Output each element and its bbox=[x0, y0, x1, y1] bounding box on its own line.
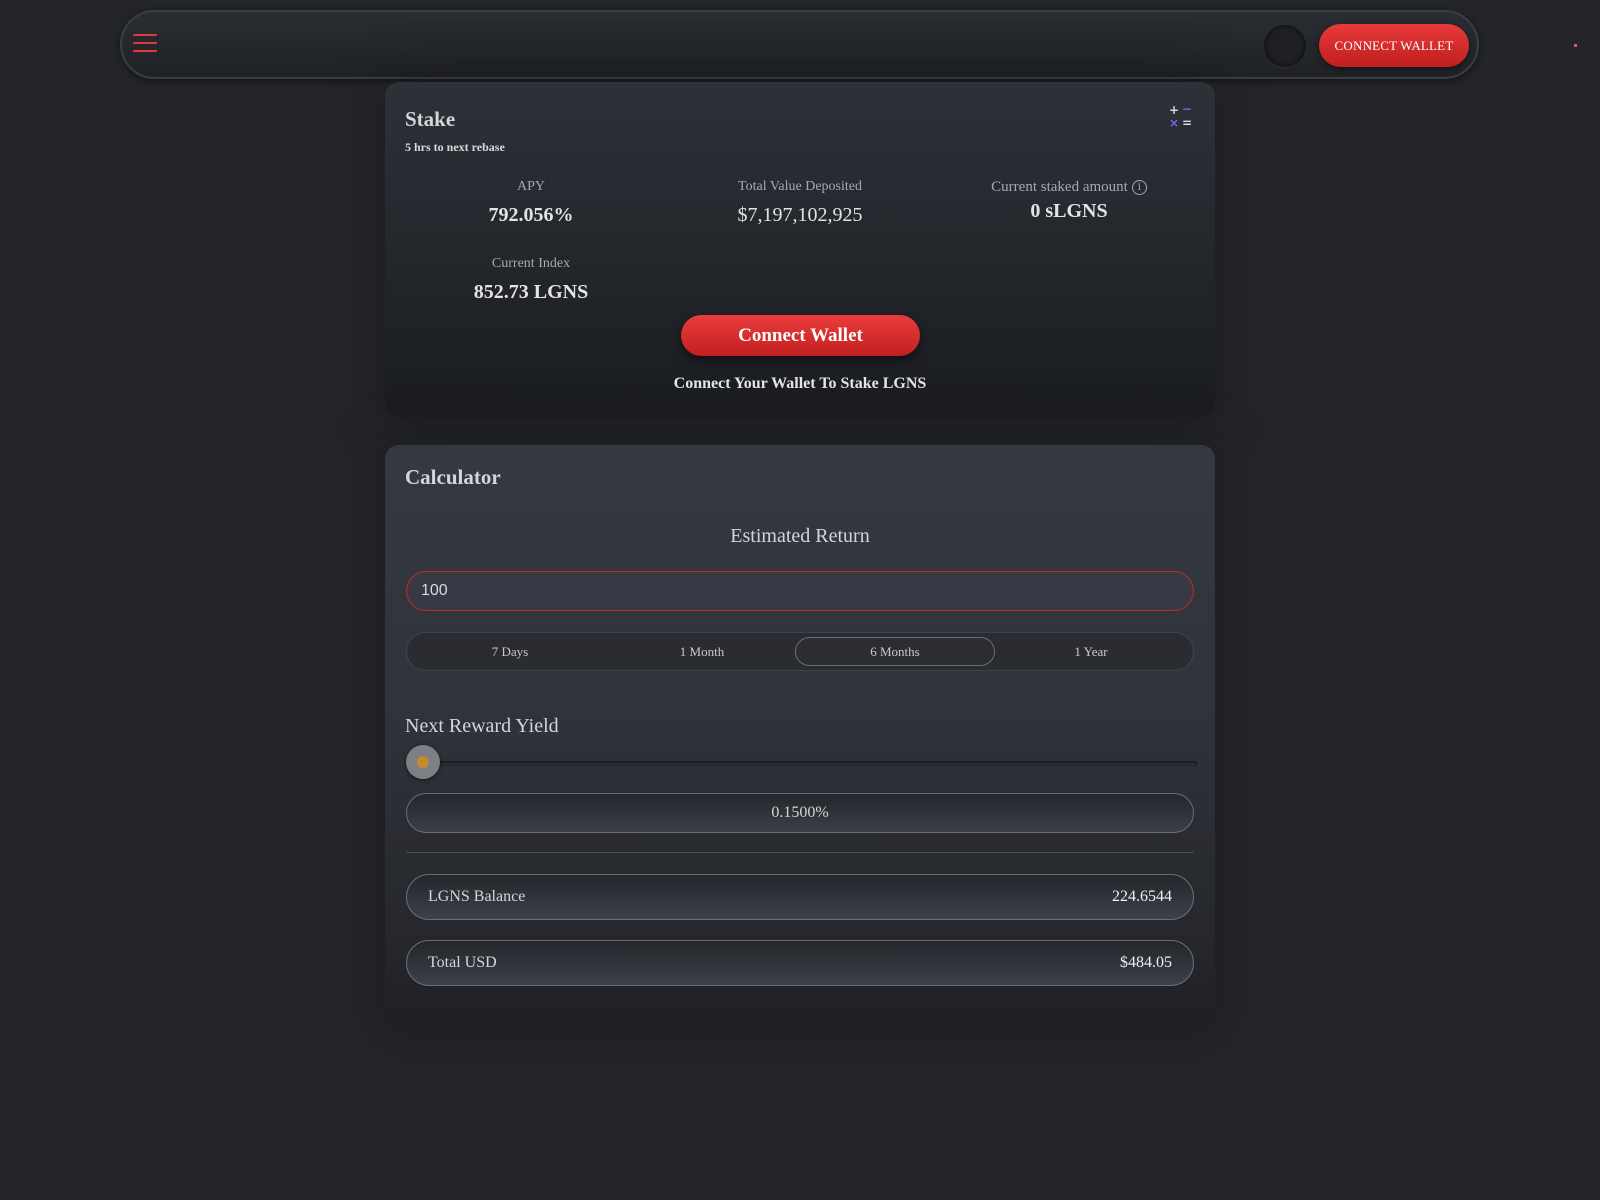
period-1-year[interactable]: 1 Year bbox=[991, 637, 1191, 666]
connect-wallet-button-header[interactable]: CONNECT WALLET bbox=[1319, 24, 1469, 67]
tvd-value: $7,197,102,925 bbox=[737, 204, 863, 226]
apy-label: APY bbox=[516, 179, 545, 194]
estimated-return-label: Estimated Return bbox=[730, 525, 870, 547]
info-icon[interactable]: i bbox=[1131, 180, 1147, 195]
tvd-metric: Total Value Deposited $7,197,102,925 bbox=[670, 179, 930, 227]
calculator-title: Calculator bbox=[405, 465, 501, 489]
hamburger-menu-icon[interactable] bbox=[133, 32, 157, 54]
connect-wallet-note: Connect Your Wallet To Stake LGNS bbox=[673, 375, 927, 392]
total-usd-row: Total USD $484.05 bbox=[406, 940, 1194, 986]
period-1-month[interactable]: 1 Month bbox=[602, 637, 802, 666]
index-value: 852.73 LGNS bbox=[473, 281, 589, 303]
reward-yield-slider[interactable] bbox=[406, 745, 1198, 779]
period-selector: 7 Days 1 Month 6 Months 1 Year bbox=[406, 632, 1194, 671]
staked-value: 0 sLGNS bbox=[1030, 200, 1108, 222]
apy-metric: APY 792.056% bbox=[401, 179, 661, 227]
staked-metric: Current staked amount i 0 sLGNS bbox=[939, 179, 1199, 223]
period-7-days[interactable]: 7 Days bbox=[410, 637, 610, 666]
stake-title: Stake bbox=[405, 107, 456, 131]
amount-input[interactable] bbox=[406, 571, 1194, 611]
connect-wallet-button[interactable]: Connect Wallet bbox=[681, 315, 920, 356]
reward-yield-label: Next Reward Yield bbox=[405, 715, 559, 737]
top-nav-bar: CONNECT WALLET bbox=[120, 10, 1479, 79]
lgns-balance-row: LGNS Balance 224.6544 bbox=[406, 874, 1194, 920]
index-metric: Current Index 852.73 LGNS bbox=[401, 256, 661, 304]
apy-value: 792.056% bbox=[488, 204, 574, 226]
lgns-balance-label: LGNS Balance bbox=[428, 888, 526, 905]
lgns-balance-value: 224.6544 bbox=[1112, 888, 1172, 905]
divider bbox=[406, 852, 1194, 853]
period-6-months[interactable]: 6 Months bbox=[795, 637, 995, 666]
index-label: Current Index bbox=[491, 256, 571, 271]
corner-indicator bbox=[1574, 44, 1577, 47]
rebase-countdown: 5 hrs to next rebase bbox=[405, 140, 505, 154]
calculator-card: Calculator Estimated Return 7 Days 1 Mon… bbox=[385, 445, 1215, 1031]
stake-card: Stake 5 hrs to next rebase + − × = APY 7… bbox=[385, 82, 1215, 417]
total-usd-value: $484.05 bbox=[1120, 954, 1172, 971]
calculator-icon[interactable]: + − × = bbox=[1168, 103, 1194, 130]
staked-label: Current staked amount bbox=[991, 179, 1128, 195]
slider-thumb[interactable] bbox=[406, 745, 440, 779]
total-usd-label: Total USD bbox=[428, 954, 497, 971]
reward-yield-value: 0.1500% bbox=[406, 793, 1194, 833]
theme-toggle-button[interactable] bbox=[1264, 25, 1306, 67]
tvd-label: Total Value Deposited bbox=[738, 179, 862, 194]
